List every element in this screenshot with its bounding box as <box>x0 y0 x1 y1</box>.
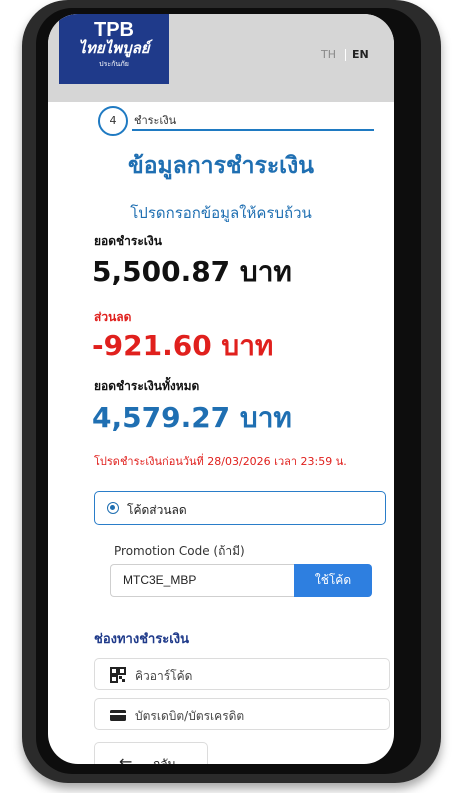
discount-value: -921.60 บาท <box>92 329 274 362</box>
header-bar: TPB ไทยไพบูลย์ ประกันภัย TH EN <box>48 14 394 102</box>
amount-value: 5,500.87 บาท <box>92 255 292 288</box>
logo-subtext: ประกันภัย <box>99 60 129 68</box>
promo-code-label: Promotion Code (ถ้ามี) <box>114 544 245 558</box>
amount-label: ยอดชำระเงิน <box>94 234 162 248</box>
promo-code-input[interactable]: MTC3E_MBP <box>110 564 294 597</box>
page-title: ข้อมูลการชำระเงิน <box>127 153 315 179</box>
back-button[interactable]: ← กลับ <box>94 742 208 764</box>
discount-code-option[interactable]: โค้ดส่วนลด <box>94 491 386 525</box>
radio-selected-icon[interactable] <box>107 502 119 514</box>
credit-card-icon <box>110 710 126 721</box>
language-th-link[interactable]: TH <box>321 48 336 61</box>
total-value: 4,579.27 บาท <box>92 401 292 434</box>
arrow-left-icon: ← <box>119 752 133 764</box>
logo-text-en: TPB <box>94 19 134 41</box>
total-label: ยอดชำระเงินทั้งหมด <box>94 379 200 393</box>
payment-channels-title: ช่องทางชำระเงิน <box>94 632 189 647</box>
card-payment-option[interactable]: บัตรเดบิต/บัตรเครดิต <box>94 698 390 730</box>
page-subtitle: โปรดกรอกข้อมูลให้ครบถ้วน <box>130 204 312 222</box>
card-payment-label: บัตรเดบิต/บัตรเครดิต <box>135 709 245 723</box>
step-progress-line <box>132 129 374 131</box>
discount-code-label: โค้ดส่วนลด <box>127 503 187 517</box>
tpb-logo[interactable]: TPB ไทยไพบูลย์ ประกันภัย <box>59 14 169 84</box>
back-button-label: กลับ <box>153 757 176 764</box>
apply-code-button[interactable]: ใช้โค้ด <box>294 564 372 597</box>
qr-code-icon <box>110 667 126 683</box>
step-label: ชำระเงิน <box>134 114 177 127</box>
logo-text-th: ไทยไพบูลย์ <box>78 40 150 57</box>
app-screen: TPB ไทยไพบูลย์ ประกันภัย TH EN 4 ชำระเงิ… <box>48 14 394 764</box>
qr-payment-option[interactable]: คิวอาร์โค้ด <box>94 658 390 690</box>
language-en-link[interactable]: EN <box>352 48 369 61</box>
payment-deadline-note: โปรดชำระเงินก่อนวันที่ 28/03/2026 เวลา 2… <box>94 455 347 468</box>
qr-payment-label: คิวอาร์โค้ด <box>135 669 193 683</box>
step-number-badge: 4 <box>98 106 128 136</box>
language-divider <box>345 49 346 61</box>
